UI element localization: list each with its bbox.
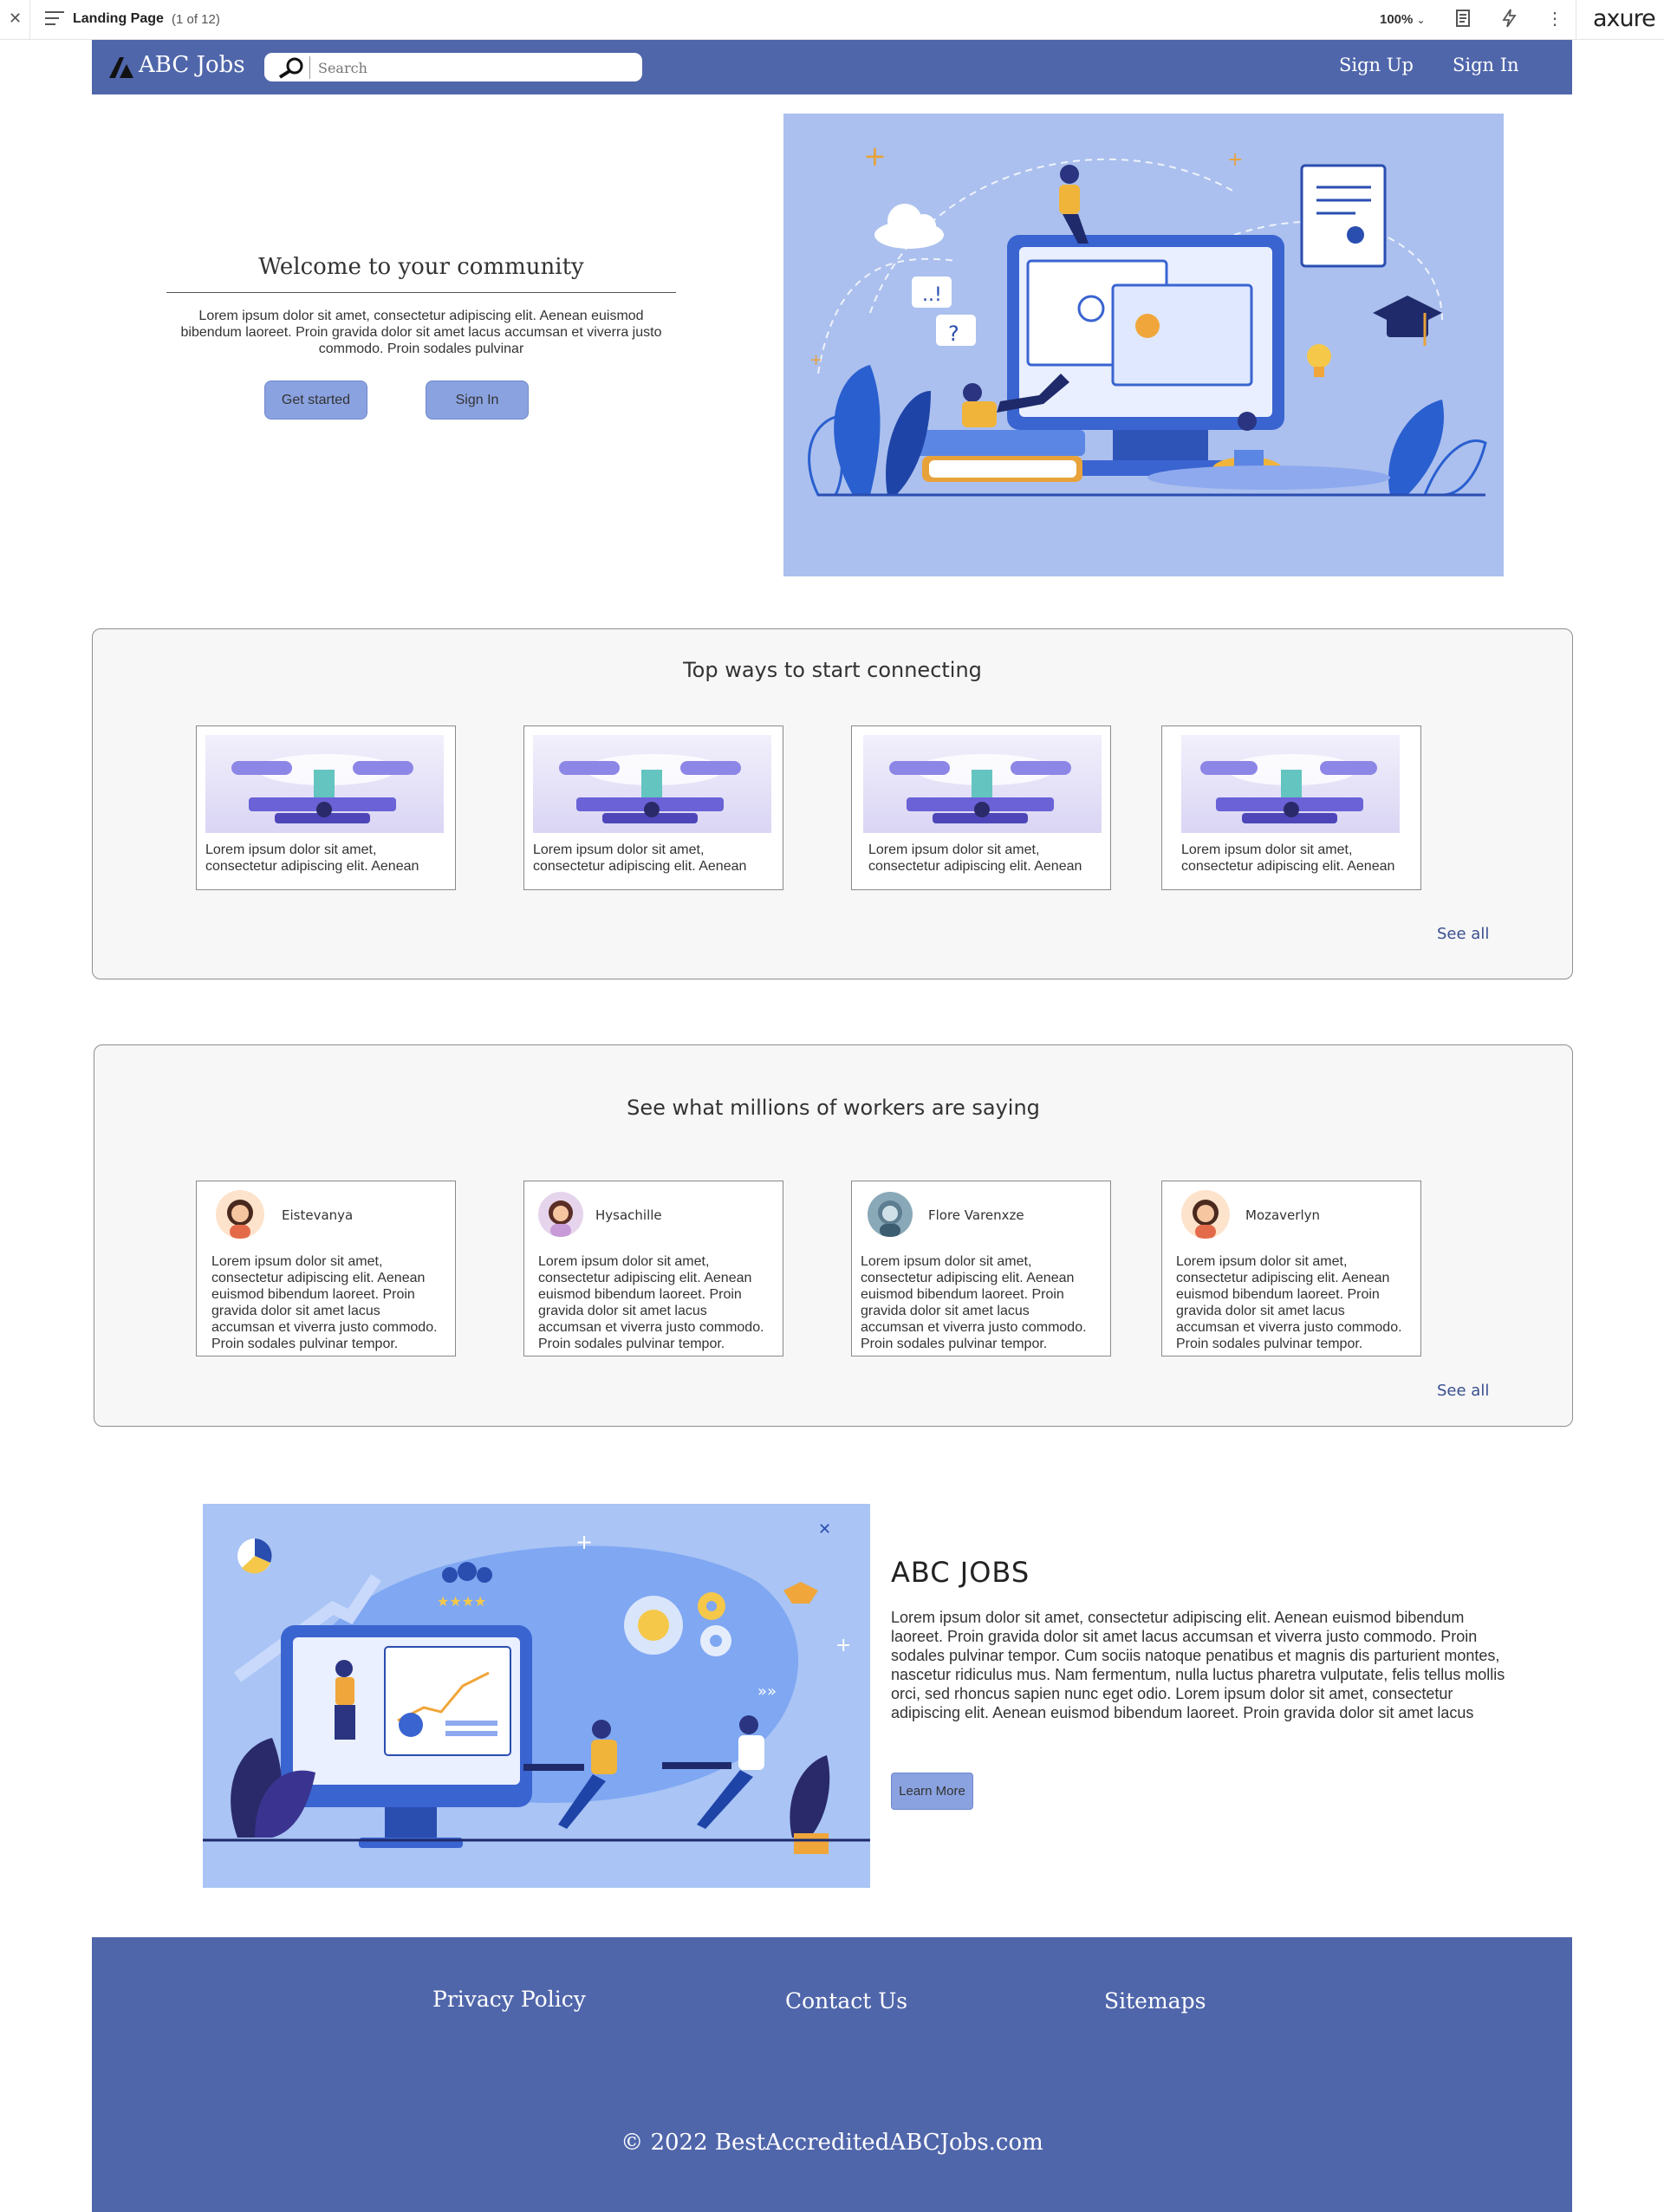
sign-up-link[interactable]: Sign Up: [1339, 55, 1414, 75]
pages-menu-icon[interactable]: [45, 11, 64, 27]
svg-text:✕: ✕: [818, 1520, 831, 1539]
site-header: ABC Jobs Sign Up Sign In: [92, 40, 1572, 94]
hero-divider: [166, 292, 676, 293]
testimonial-text: Lorem ipsum dolor sit amet, consectetur …: [861, 1254, 1087, 1351]
testimonial-author: Mozaverlyn: [1245, 1207, 1321, 1223]
testimonials-see-all-link[interactable]: See all: [1437, 1382, 1489, 1400]
connect-card-image: [1181, 735, 1400, 833]
connect-card[interactable]: Lorem ipsum dolor sit amet, consectetur …: [851, 725, 1111, 890]
learn-more-button[interactable]: Learn More: [891, 1773, 973, 1810]
connect-see-all-link[interactable]: See all: [1437, 925, 1489, 943]
close-icon[interactable]: ✕: [9, 10, 22, 28]
search-icon[interactable]: [276, 56, 310, 79]
connect-card[interactable]: Lorem ipsum dolor sit amet, consectetur …: [1161, 725, 1421, 890]
testimonials-section-title: See what millions of workers are saying: [627, 1096, 1040, 1120]
hero-illustration: + + + ..! ?: [783, 114, 1504, 576]
testimonial-text: Lorem ipsum dolor sit amet, consectetur …: [538, 1254, 764, 1351]
copyright-text: © 2022 BestAccreditedABCJobs.com: [621, 2130, 1043, 2156]
connect-card[interactable]: Lorem ipsum dolor sit amet, consectetur …: [196, 725, 456, 890]
interactions-icon[interactable]: [1499, 9, 1520, 29]
connect-section-title: Top ways to start connecting: [683, 658, 982, 682]
connect-card[interactable]: Lorem ipsum dolor sit amet, consectetur …: [523, 725, 783, 890]
hero-title: Welcome to your community: [258, 254, 584, 280]
more-options-icon[interactable]: ⋮: [1544, 9, 1565, 29]
brand-name[interactable]: ABC Jobs: [139, 52, 245, 78]
connect-card-image: [863, 735, 1102, 833]
testimonial-author: Eistevanya: [282, 1207, 354, 1223]
search-input[interactable]: [316, 56, 632, 79]
sign-in-link[interactable]: Sign In: [1453, 55, 1519, 75]
avatar: [1181, 1190, 1230, 1239]
connect-card-text: Lorem ipsum dolor sit amet, consectetur …: [205, 843, 419, 874]
about-illustration: ★★★★ ✕ + + »»: [203, 1504, 870, 1888]
about-title: ABC JOBS: [891, 1556, 1030, 1589]
connect-card-text: Lorem ipsum dolor sit amet, consectetur …: [533, 843, 747, 874]
search-box: [264, 53, 642, 81]
connect-section: Top ways to start connecting Lorem ipsum…: [92, 628, 1573, 979]
viewer-toolbar: ✕ Landing Page (1 of 12) 100% ⌄ ⋮ axure: [0, 0, 1664, 40]
svg-text:..!: ..!: [922, 284, 942, 306]
privacy-policy-link[interactable]: Privacy Policy: [432, 1987, 586, 2012]
testimonial-card: Eistevanya Lorem ipsum dolor sit amet, c…: [196, 1181, 456, 1356]
connect-card-text: Lorem ipsum dolor sit amet, consectetur …: [868, 843, 1082, 874]
page-count: (1 of 12): [172, 12, 220, 27]
sitemaps-link[interactable]: Sitemaps: [1104, 1988, 1206, 2014]
testimonial-text: Lorem ipsum dolor sit amet, consectetur …: [211, 1254, 438, 1351]
abc-jobs-logo-icon: [109, 57, 133, 78]
hero-description: Lorem ipsum dolor sit amet, consectetur …: [180, 309, 662, 356]
testimonial-card: Mozaverlyn Lorem ipsum dolor sit amet, c…: [1161, 1181, 1421, 1356]
avatar: [868, 1192, 913, 1237]
connect-card-image: [533, 735, 771, 833]
svg-text:★★★★: ★★★★: [437, 1593, 486, 1610]
avatar: [216, 1190, 264, 1239]
svg-text:?: ?: [948, 322, 959, 346]
svg-text:+: +: [575, 1530, 593, 1554]
testimonial-card: Flore Varenxze Lorem ipsum dolor sit ame…: [851, 1181, 1111, 1356]
site-footer: Privacy Policy Contact Us Sitemaps © 202…: [92, 1937, 1572, 2212]
testimonial-author: Hysachille: [595, 1207, 662, 1223]
testimonial-author: Flore Varenxze: [928, 1207, 1024, 1223]
testimonials-section: See what millions of workers are saying …: [94, 1044, 1573, 1427]
avatar: [538, 1192, 583, 1237]
svg-text:+: +: [1227, 149, 1243, 171]
zoom-value: 100%: [1380, 12, 1414, 27]
svg-text:+: +: [835, 1635, 851, 1656]
axure-logo: axure: [1593, 5, 1656, 32]
connect-card-text: Lorem ipsum dolor sit amet, consectetur …: [1181, 843, 1395, 874]
page-title[interactable]: Landing Page: [73, 11, 164, 27]
zoom-select[interactable]: 100% ⌄: [1380, 12, 1426, 27]
svg-text:+: +: [863, 140, 887, 172]
testimonial-card: Hysachille Lorem ipsum dolor sit amet, c…: [523, 1181, 783, 1356]
hero-sign-in-button[interactable]: Sign In: [426, 381, 529, 420]
chevron-down-icon: ⌄: [1416, 14, 1426, 26]
about-description: Lorem ipsum dolor sit amet, consectetur …: [891, 1609, 1505, 1721]
testimonial-text: Lorem ipsum dolor sit amet, consectetur …: [1176, 1254, 1402, 1351]
contact-us-link[interactable]: Contact Us: [785, 1988, 907, 2014]
divider: [29, 0, 30, 39]
notes-icon[interactable]: [1453, 9, 1473, 29]
get-started-button[interactable]: Get started: [264, 381, 367, 420]
svg-text:»»: »»: [757, 1682, 777, 1701]
connect-card-image: [205, 735, 444, 833]
svg-text:+: +: [809, 351, 822, 369]
